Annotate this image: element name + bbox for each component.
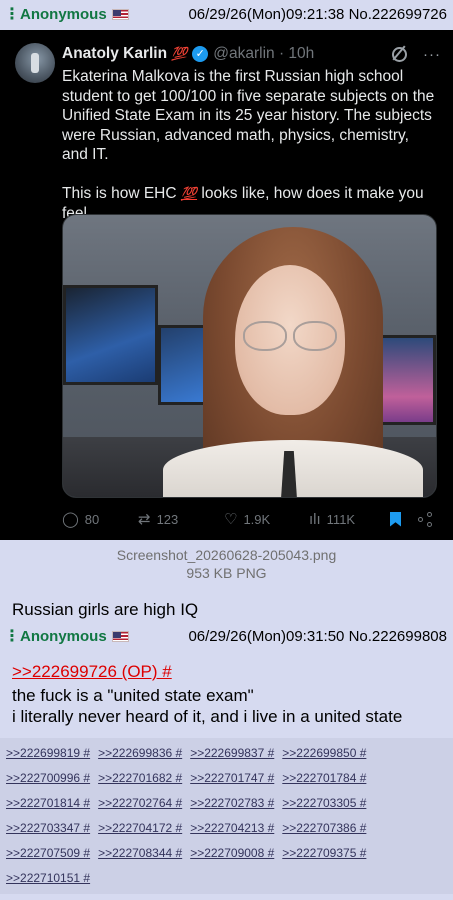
backlink[interactable]: >>222701784 # <box>282 771 366 791</box>
tweet-paragraph-1: Ekaterina Malkova is the first Russian h… <box>62 68 435 163</box>
bookmark-icon-wrap <box>390 508 401 530</box>
tweet-text: Ekaterina Malkova is the first Russian h… <box>62 67 439 223</box>
share-icon <box>418 511 433 527</box>
backlinks-row: >>222710151 # <box>6 871 98 891</box>
backlink[interactable]: >>222703305 # <box>282 796 366 816</box>
like-count: ♡ 1.9K <box>224 511 271 528</box>
backlink[interactable]: >>222703347 # <box>6 821 90 841</box>
more-options-icon: ··· <box>423 45 441 63</box>
verified-badge-icon: ✓ <box>192 46 209 62</box>
tweet-photo <box>62 214 437 498</box>
view-count: ılı 111K <box>309 510 356 528</box>
op-quote-link[interactable]: >>222699726 (OP) # <box>12 662 172 682</box>
backlinks-row: >>222707509 # >>222708344 # >>222709008 … <box>6 846 374 866</box>
retweet-count: ⇄ 123 <box>138 511 179 528</box>
reply-icon: ◯ <box>62 511 79 528</box>
retweet-icon: ⇄ <box>138 511 151 528</box>
backlink[interactable]: >>222701747 # <box>190 771 274 791</box>
avatar <box>15 43 55 83</box>
backlink[interactable]: >>222699819 # <box>6 746 90 766</box>
share-icon-wrap <box>418 508 433 530</box>
us-flag-icon <box>111 630 129 642</box>
backlink[interactable]: >>222710151 # <box>6 871 90 891</box>
us-flag-icon <box>111 8 129 20</box>
tweet-header: Anatoly Karlin 💯 ✓ @akarlin · 10h ··· <box>62 43 441 65</box>
file-name-link[interactable]: Screenshot_20260628-205043.png <box>0 546 453 564</box>
heart-icon: ♡ <box>224 511 238 528</box>
hundred-icon: 💯 <box>171 46 188 61</box>
views-icon: ılı <box>309 510 321 528</box>
backlink[interactable]: >>222709375 # <box>282 846 366 866</box>
background-monitor <box>63 285 158 385</box>
backlink[interactable]: >>222700996 # <box>6 771 90 791</box>
backlink[interactable]: >>222707386 # <box>282 821 366 841</box>
backlinks-row: >>222700996 # >>222701682 # >>222701747 … <box>6 771 374 791</box>
backlink[interactable]: >>222701682 # <box>98 771 182 791</box>
poster-name: Anonymous <box>20 5 107 23</box>
person-glasses <box>239 321 341 351</box>
backlinks-row: >>222699819 # >>222699836 # >>222699837 … <box>6 746 374 766</box>
poster-name: Anonymous <box>20 627 107 645</box>
tweet-screenshot-image[interactable]: Anatoly Karlin 💯 ✓ @akarlin · 10h ··· Ek… <box>0 30 453 540</box>
backlinks-row: >>222703347 # >>222704172 # >>222704213 … <box>6 821 374 841</box>
op-post-header: ⋮ Anonymous 06/29/26(Mon)09:21:38 No.222… <box>0 0 453 28</box>
reply-line: the fuck is a "united state exam" <box>12 686 254 705</box>
post-datetime: 06/29/26(Mon)09:31:50 No.222699808 <box>188 627 447 645</box>
reply-count: ◯ 80 <box>62 511 100 528</box>
post-menu-icon[interactable]: ⋮ <box>4 626 20 646</box>
backlink[interactable]: >>222699850 # <box>282 746 366 766</box>
file-size: 953 KB PNG <box>186 565 267 581</box>
post-menu-icon[interactable]: ⋮ <box>4 4 20 24</box>
backlink[interactable]: >>222707509 # <box>6 846 90 866</box>
post-number[interactable]: No.222699726 <box>349 6 447 23</box>
post-datetime: 06/29/26(Mon)09:21:38 No.222699726 <box>188 5 447 23</box>
backlink[interactable]: >>222702764 # <box>98 796 182 816</box>
backlink[interactable]: >>222704213 # <box>190 821 274 841</box>
op-comment: Russian girls are high IQ <box>12 600 199 619</box>
backlink[interactable]: >>222702783 # <box>190 796 274 816</box>
backlinks-row: >>222701814 # >>222702764 # >>222702783 … <box>6 796 374 816</box>
backlink[interactable]: >>222709008 # <box>190 846 274 866</box>
backlinks-panel: >>222699819 # >>222699836 # >>222699837 … <box>0 738 453 894</box>
background-monitor <box>376 335 436 425</box>
reply-line: i literally never heard of it, and i liv… <box>12 707 403 726</box>
tweet-handle-time: @akarlin · 10h <box>213 45 315 62</box>
backlink[interactable]: >>222708344 # <box>98 846 182 866</box>
reply-post-header: ⋮ Anonymous 06/29/26(Mon)09:31:50 No.222… <box>0 622 453 650</box>
backlink[interactable]: >>222701814 # <box>6 796 90 816</box>
backlink[interactable]: >>222699836 # <box>98 746 182 766</box>
hundred-icon: 💯 <box>180 186 198 201</box>
reply-body: the fuck is a "united state exam" i lite… <box>12 685 402 727</box>
grok-icon <box>392 46 407 62</box>
bookmark-icon <box>390 511 401 527</box>
post-number[interactable]: No.222699808 <box>349 628 447 645</box>
reply-post: >>222699726 (OP) # the fuck is a "united… <box>4 654 453 738</box>
tweet-author-name: Anatoly Karlin <box>62 45 168 62</box>
backlink[interactable]: >>222699837 # <box>190 746 274 766</box>
tweet-action-bar: ◯ 80 ⇄ 123 ♡ 1.9K ılı 111K <box>62 508 442 530</box>
backlink[interactable]: >>222704172 # <box>98 821 182 841</box>
file-info: Screenshot_20260628-205043.png 953 KB PN… <box>0 546 453 582</box>
